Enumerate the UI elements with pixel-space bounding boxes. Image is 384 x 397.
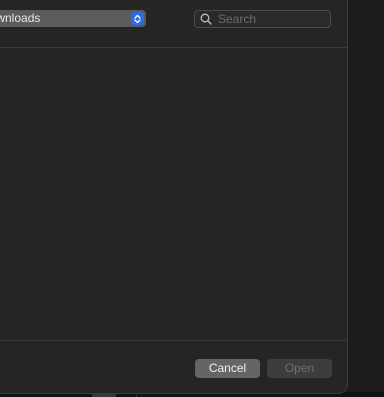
dialog-toolbar: Downloads [0, 0, 347, 48]
search-field[interactable] [194, 10, 331, 28]
search-input[interactable] [218, 12, 318, 26]
file-browser-area[interactable] [0, 48, 347, 340]
location-popup-button[interactable]: Downloads [0, 10, 146, 27]
open-button[interactable]: Open [267, 359, 332, 378]
cancel-button[interactable]: Cancel [195, 359, 260, 378]
location-label: Downloads [0, 11, 41, 25]
chevron-updown-icon [131, 12, 144, 25]
open-file-dialog: Downloads Cancel Open [0, 0, 348, 394]
search-icon [200, 13, 212, 25]
dialog-button-bar: Cancel Open [0, 340, 347, 393]
